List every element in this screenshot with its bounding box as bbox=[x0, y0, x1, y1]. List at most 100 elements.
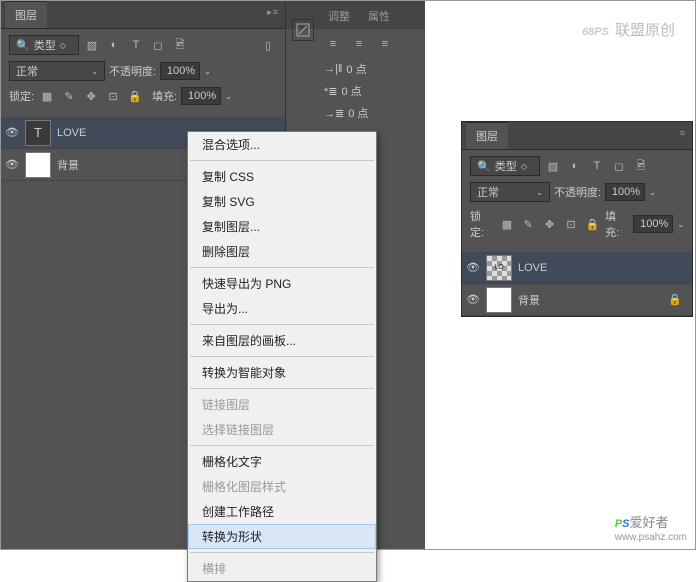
align-center-icon[interactable]: ≡ bbox=[350, 35, 368, 53]
opacity-label: 不透明度: bbox=[554, 184, 601, 200]
chevron-down-icon[interactable]: ⌄ bbox=[225, 92, 232, 101]
lock-paint-icon[interactable]: ✎ bbox=[520, 215, 537, 233]
filter-label: 类型 bbox=[495, 158, 517, 174]
indent-left-icon: →|‖ bbox=[324, 63, 342, 75]
filter-pixel-icon[interactable]: ▧ bbox=[83, 36, 101, 54]
menu-item[interactable]: 转换为智能对象 bbox=[188, 360, 376, 385]
lock-label: 锁定: bbox=[9, 88, 34, 104]
filter-type-select[interactable]: 🔍 类型 ◇ bbox=[9, 35, 79, 55]
indent-value[interactable]: 0 点 bbox=[348, 105, 368, 121]
lock-icon: 🔒 bbox=[668, 293, 682, 306]
layer-row[interactable]: 👁 背景 🔒 bbox=[462, 284, 692, 316]
menu-separator bbox=[190, 445, 374, 446]
filter-type-select[interactable]: 🔍 类型 ◇ bbox=[470, 156, 540, 176]
menu-item[interactable]: 创建工作路径 bbox=[188, 499, 376, 524]
watermark-68ps: 68PS联盟原创 bbox=[582, 15, 675, 41]
indent-row: →≣ 0 点 bbox=[294, 105, 419, 121]
chevron-down-icon[interactable]: ⌄ bbox=[677, 220, 684, 229]
lock-artboard-icon[interactable]: ⊡ bbox=[562, 215, 579, 233]
tab-layers[interactable]: 图层 bbox=[466, 122, 508, 149]
tab-adjust[interactable]: 调整 bbox=[320, 3, 358, 29]
lock-transparent-icon[interactable]: ▩ bbox=[38, 87, 56, 105]
align-right-icon[interactable]: ≡ bbox=[376, 35, 394, 53]
lock-all-icon[interactable]: 🔒 bbox=[584, 215, 601, 233]
opacity-label: 不透明度: bbox=[109, 63, 156, 79]
blend-mode-value: 正常 bbox=[477, 184, 499, 200]
indent-value[interactable]: 0 点 bbox=[342, 83, 362, 99]
filter-shape-icon[interactable]: ◻ bbox=[149, 36, 167, 54]
menu-item[interactable]: 复制 SVG bbox=[188, 189, 376, 214]
chevron-down-icon: ⌄ bbox=[91, 67, 98, 76]
filter-smart-icon[interactable]: 🖻 bbox=[171, 36, 189, 54]
tab-layers[interactable]: 图层 bbox=[5, 1, 47, 28]
tab-properties[interactable]: 属性 bbox=[360, 3, 398, 29]
lock-position-icon[interactable]: ✥ bbox=[541, 215, 558, 233]
lock-all-icon[interactable]: 🔒 bbox=[126, 87, 144, 105]
fill-input[interactable]: 100% bbox=[181, 87, 221, 105]
chevron-down-icon: ◇ bbox=[60, 41, 66, 50]
menu-separator bbox=[190, 267, 374, 268]
filter-adjust-icon[interactable]: ◐ bbox=[105, 36, 123, 54]
visibility-icon[interactable]: 👁 bbox=[5, 126, 19, 140]
panel-menu-icon[interactable]: ▸≡ bbox=[267, 7, 279, 18]
layer-row[interactable]: 👁 LO LOVE bbox=[462, 252, 692, 284]
visibility-icon[interactable]: 👁 bbox=[466, 293, 480, 307]
lock-position-icon[interactable]: ✥ bbox=[82, 87, 100, 105]
menu-item[interactable]: 复制 CSS bbox=[188, 164, 376, 189]
opacity-input[interactable]: 100% bbox=[160, 62, 200, 80]
blend-row: 正常 ⌄ 不透明度: 100% ⌄ bbox=[470, 182, 684, 202]
layer-name[interactable]: LOVE bbox=[57, 127, 86, 139]
indent-row: *≣ 0 点 bbox=[294, 83, 419, 99]
layer-thumb-bg bbox=[486, 287, 512, 313]
filter-pixel-icon[interactable]: ▧ bbox=[544, 157, 562, 175]
search-icon: 🔍 bbox=[477, 160, 491, 173]
blend-row: 正常 ⌄ 不透明度: 100% ⌄ bbox=[9, 61, 277, 81]
menu-separator bbox=[190, 356, 374, 357]
filter-shape-icon[interactable]: ◻ bbox=[610, 157, 628, 175]
menu-item[interactable]: 转换为形状 bbox=[188, 524, 376, 549]
menu-separator bbox=[190, 388, 374, 389]
menu-item[interactable]: 复制图层... bbox=[188, 214, 376, 239]
filter-adjust-icon[interactable]: ◐ bbox=[566, 157, 584, 175]
menu-item: 横排 bbox=[188, 556, 376, 581]
indent-value[interactable]: 0 点 bbox=[346, 61, 366, 77]
watermark-psahz: PS爱好者 www.psahz.com bbox=[615, 511, 687, 543]
search-icon: 🔍 bbox=[16, 39, 30, 52]
context-menu[interactable]: 混合选项... 复制 CSS复制 SVG复制图层...删除图层快速导出为 PNG导… bbox=[187, 131, 377, 582]
fill-input[interactable]: 100% bbox=[633, 215, 673, 233]
menu-item[interactable]: 栅格化文字 bbox=[188, 449, 376, 474]
menu-item[interactable]: 删除图层 bbox=[188, 239, 376, 264]
menu-item[interactable]: 混合选项... bbox=[188, 132, 376, 157]
panel-menu-icon[interactable]: ≡ bbox=[680, 128, 686, 138]
panel-collapse-icon[interactable] bbox=[292, 19, 314, 41]
blend-mode-value: 正常 bbox=[16, 63, 38, 79]
menu-item[interactable]: 快速导出为 PNG bbox=[188, 271, 376, 296]
menu-separator bbox=[190, 160, 374, 161]
filter-smart-icon[interactable]: 🖻 bbox=[632, 157, 650, 175]
layer-name[interactable]: 背景 bbox=[57, 157, 79, 173]
chevron-down-icon[interactable]: ⌄ bbox=[204, 67, 211, 76]
visibility-icon[interactable]: 👁 bbox=[466, 261, 480, 275]
menu-item: 链接图层 bbox=[188, 392, 376, 417]
lock-artboard-icon[interactable]: ⊡ bbox=[104, 87, 122, 105]
menu-item: 选择链接图层 bbox=[188, 417, 376, 442]
opacity-input[interactable]: 100% bbox=[605, 183, 645, 201]
filter-toggle[interactable]: ▯ bbox=[259, 36, 277, 54]
filter-row: 🔍 类型 ◇ ▧ ◐ T ◻ 🖻 bbox=[470, 156, 684, 176]
filter-text-icon[interactable]: T bbox=[127, 36, 145, 54]
lock-transparent-icon[interactable]: ▩ bbox=[498, 215, 515, 233]
layer-name[interactable]: 背景 bbox=[518, 292, 540, 308]
blend-mode-select[interactable]: 正常 ⌄ bbox=[470, 182, 550, 202]
align-left-icon[interactable]: ≡ bbox=[324, 35, 342, 53]
visibility-icon[interactable]: 👁 bbox=[5, 158, 19, 172]
chevron-down-icon[interactable]: ⌄ bbox=[649, 188, 656, 197]
layers-list: 👁 LO LOVE 👁 背景 🔒 bbox=[462, 252, 692, 316]
layer-name[interactable]: LOVE bbox=[518, 262, 547, 274]
menu-item[interactable]: 来自图层的画板... bbox=[188, 328, 376, 353]
menu-item[interactable]: 导出为... bbox=[188, 296, 376, 321]
lock-paint-icon[interactable]: ✎ bbox=[60, 87, 78, 105]
blend-mode-select[interactable]: 正常 ⌄ bbox=[9, 61, 105, 81]
filter-row: 🔍 类型 ◇ ▧ ◐ T ◻ 🖻 ▯ bbox=[9, 35, 277, 55]
lock-row: 锁定: ▩ ✎ ✥ ⊡ 🔒 填充: 100% ⌄ bbox=[9, 87, 277, 105]
filter-text-icon[interactable]: T bbox=[588, 157, 606, 175]
